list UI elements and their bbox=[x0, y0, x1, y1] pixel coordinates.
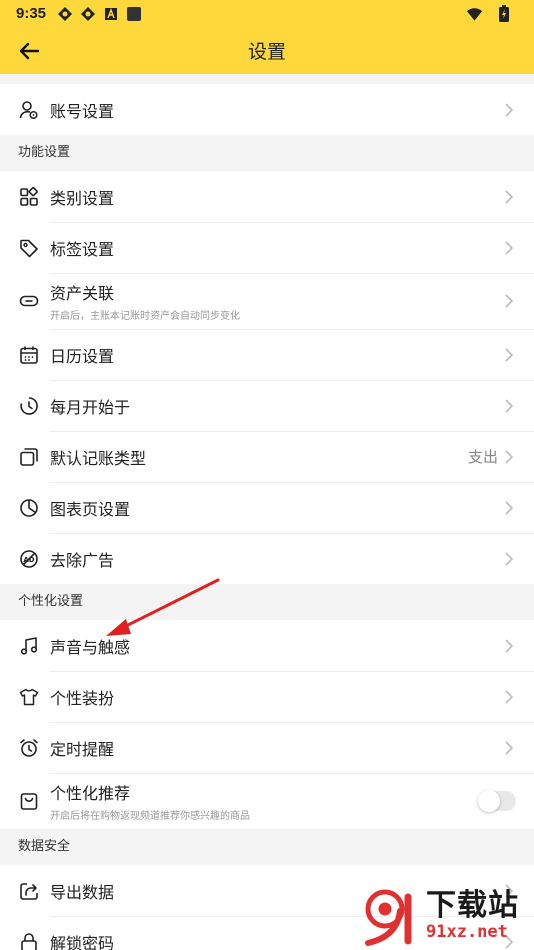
settings-item-label: 导出数据 bbox=[50, 882, 115, 902]
app-notification-icon bbox=[56, 5, 73, 22]
tshirt-icon bbox=[18, 686, 40, 708]
settings-item-label: 账号设置 bbox=[50, 101, 115, 121]
app-notification-icon bbox=[79, 5, 96, 22]
settings-item-calendar[interactable]: 日历设置 bbox=[0, 329, 534, 380]
status-time: 9:35 bbox=[16, 5, 47, 22]
tag-icon bbox=[18, 237, 40, 259]
chevron-right-icon bbox=[504, 101, 516, 119]
chevron-right-icon bbox=[504, 550, 516, 568]
chevron-right-icon bbox=[504, 637, 516, 655]
settings-item-description: 开启后，主账本记账时资产会自动同步变化 bbox=[50, 311, 240, 322]
lock-icon bbox=[18, 931, 40, 950]
page-title: 设置 bbox=[247, 41, 286, 63]
chevron-right-icon bbox=[504, 688, 516, 706]
settings-item-label: 图表页设置 bbox=[50, 499, 131, 519]
font-notification-icon bbox=[102, 5, 119, 22]
personal-group: 声音与触感 个性装扮 定时提醒 个性化推荐 开启后将在购物返现频道推荐你感兴趣的… bbox=[0, 620, 534, 829]
copy-layers-icon bbox=[18, 446, 40, 468]
svg-text:AD: AD bbox=[23, 556, 34, 564]
settings-item-sound[interactable]: 声音与触感 bbox=[0, 620, 534, 671]
chevron-right-icon bbox=[504, 239, 516, 257]
watermark-91-icon bbox=[365, 889, 412, 946]
settings-item-label: 类别设置 bbox=[50, 188, 115, 208]
calendar-icon bbox=[18, 344, 40, 366]
section-header-security: 数据安全 bbox=[0, 829, 534, 865]
alarm-clock-icon bbox=[18, 737, 40, 759]
wifi-icon bbox=[466, 5, 483, 22]
watermark-url: 91xz.net bbox=[426, 922, 508, 942]
settings-item-dress-up[interactable]: 个性装扮 bbox=[0, 671, 534, 722]
settings-item-category[interactable]: 类别设置 bbox=[0, 171, 534, 222]
settings-item-chart-page[interactable]: 图表页设置 bbox=[0, 482, 534, 533]
settings-item-label: 个性化推荐 bbox=[50, 784, 131, 803]
chevron-right-icon bbox=[504, 739, 516, 757]
chevron-right-icon bbox=[504, 346, 516, 364]
settings-item-description: 开启后将在购物返现频道推荐你感兴趣的商品 bbox=[50, 811, 250, 822]
settings-item-account[interactable]: 账号设置 bbox=[0, 84, 534, 135]
settings-item-default-type[interactable]: 默认记账类型 支出 bbox=[0, 431, 534, 482]
account-group: 账号设置 bbox=[0, 84, 534, 135]
settings-item-label: 定时提醒 bbox=[50, 739, 115, 759]
chevron-right-icon bbox=[504, 188, 516, 206]
pie-chart-icon bbox=[18, 497, 40, 519]
section-header-features: 功能设置 bbox=[0, 135, 534, 171]
settings-item-label: 默认记账类型 bbox=[50, 448, 147, 468]
chevron-right-icon bbox=[504, 499, 516, 517]
back-arrow-icon bbox=[19, 42, 40, 59]
app-bar: 设置 bbox=[0, 27, 534, 74]
settings-item-label: 去除广告 bbox=[50, 550, 115, 570]
square-notification-icon bbox=[125, 5, 142, 22]
settings-item-remove-ads[interactable]: AD 去除广告 bbox=[0, 533, 534, 584]
link-icon bbox=[18, 290, 40, 312]
user-settings-icon bbox=[18, 99, 40, 121]
watermark-logo: 下载站 91xz.net bbox=[362, 884, 532, 948]
chevron-right-icon bbox=[504, 397, 516, 415]
settings-item-label: 标签设置 bbox=[50, 239, 115, 259]
spacer bbox=[0, 74, 534, 84]
settings-item-label: 声音与触感 bbox=[50, 637, 131, 657]
chevron-right-icon bbox=[504, 292, 516, 310]
features-group: 类别设置 标签设置 资产关联 开启后，主账本记账时资产会自动同步变化 日历设置 … bbox=[0, 171, 534, 584]
watermark-title: 下载站 bbox=[426, 888, 519, 923]
settings-item-recommend[interactable]: 个性化推荐 开启后将在购物返现频道推荐你感兴趣的商品 bbox=[0, 773, 534, 829]
shopping-bag-icon bbox=[18, 790, 40, 812]
section-header-personal: 个性化设置 bbox=[0, 584, 534, 620]
toggle-knob bbox=[478, 790, 500, 812]
export-icon bbox=[18, 880, 40, 902]
music-note-icon bbox=[18, 635, 40, 657]
settings-item-tag[interactable]: 标签设置 bbox=[0, 222, 534, 273]
settings-item-label: 个性装扮 bbox=[50, 688, 115, 708]
chevron-right-icon bbox=[504, 448, 516, 466]
settings-item-asset-link[interactable]: 资产关联 开启后，主账本记账时资产会自动同步变化 bbox=[0, 273, 534, 329]
back-button[interactable] bbox=[0, 27, 58, 74]
settings-item-value: 支出 bbox=[467, 448, 498, 466]
settings-item-reminder[interactable]: 定时提醒 bbox=[0, 722, 534, 773]
settings-item-label: 资产关联 bbox=[50, 284, 115, 303]
clock-history-icon bbox=[18, 395, 40, 417]
settings-item-label: 解锁密码 bbox=[50, 933, 115, 950]
status-bar: 9:35 bbox=[0, 0, 534, 27]
settings-item-label: 日历设置 bbox=[50, 346, 115, 366]
ad-block-icon: AD bbox=[18, 548, 40, 570]
settings-item-month-start[interactable]: 每月开始于 bbox=[0, 380, 534, 431]
recommend-toggle[interactable] bbox=[478, 790, 516, 812]
category-grid-icon bbox=[18, 186, 40, 208]
battery-icon bbox=[495, 5, 512, 22]
settings-item-label: 每月开始于 bbox=[50, 397, 131, 417]
